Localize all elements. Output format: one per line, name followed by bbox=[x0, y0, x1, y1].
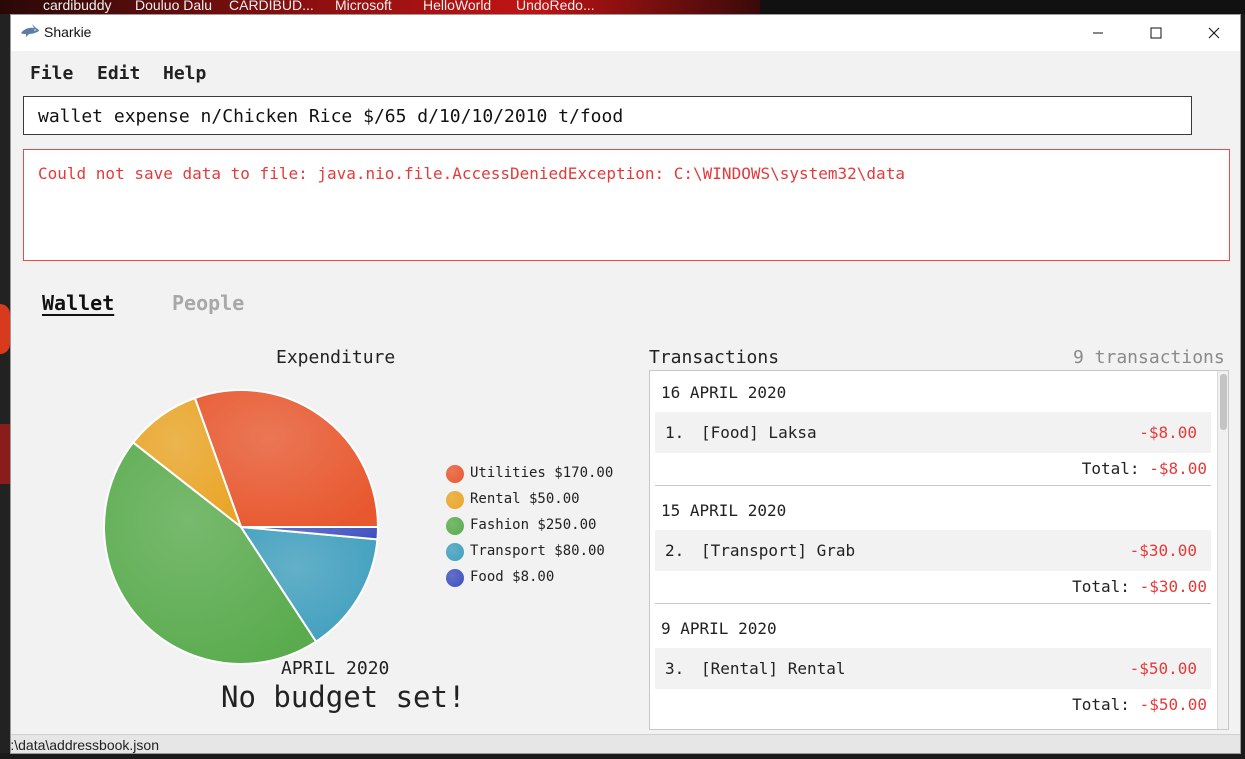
desktop-app-icon bbox=[0, 424, 10, 484]
scrollbar-thumb[interactable] bbox=[1220, 374, 1227, 430]
transaction-row[interactable]: 1. [Food] Laksa -$8.00 bbox=[655, 412, 1211, 453]
legend-swatch bbox=[446, 569, 464, 587]
minimize-button[interactable] bbox=[1069, 15, 1127, 51]
transaction-amount: -$30.00 bbox=[1129, 541, 1197, 560]
group-total: Total: -$50.00 bbox=[1072, 695, 1207, 714]
menu-bar: File Edit Help bbox=[11, 51, 1240, 91]
error-message: Could not save data to file: java.nio.fi… bbox=[38, 164, 905, 183]
transaction-index: 1. bbox=[665, 423, 685, 442]
transaction-group: 16 APRIL 2020 1. [Food] Laksa -$8.00 Tot… bbox=[650, 371, 1216, 489]
group-date: 9 APRIL 2020 bbox=[661, 619, 777, 638]
command-input[interactable]: wallet expense n/Chicken Rice $/65 d/10/… bbox=[23, 96, 1192, 135]
menu-file[interactable]: File bbox=[30, 63, 73, 84]
menu-edit[interactable]: Edit bbox=[97, 63, 140, 84]
maximize-button[interactable] bbox=[1127, 15, 1185, 51]
data-file-path: S:\data\addressbook.json bbox=[10, 737, 159, 753]
window-title: Sharkie bbox=[44, 24, 92, 40]
total-amount: -$8.00 bbox=[1149, 459, 1207, 478]
tab-people[interactable]: People bbox=[172, 291, 244, 315]
total-label: Total: bbox=[1072, 577, 1130, 596]
transaction-amount: -$8.00 bbox=[1139, 423, 1197, 442]
desktop-app-icon bbox=[0, 304, 10, 354]
maximize-icon bbox=[1150, 27, 1162, 39]
status-bar: S:\data\addressbook.json bbox=[10, 734, 1240, 753]
desktop-background-dark bbox=[760, 0, 1245, 14]
transaction-index: 2. bbox=[665, 541, 685, 560]
group-divider bbox=[655, 603, 1211, 604]
total-label: Total: bbox=[1081, 459, 1140, 478]
app-window: Sharkie File Edit Help wallet expense n/… bbox=[10, 14, 1241, 754]
legend-swatch bbox=[446, 543, 464, 561]
taskbar-item[interactable]: UndoRedo... bbox=[516, 0, 595, 13]
result-display: Could not save data to file: java.nio.fi… bbox=[23, 149, 1230, 261]
taskbar-item[interactable]: HelloWorld bbox=[423, 0, 491, 13]
legend-swatch bbox=[446, 517, 464, 535]
transaction-description: [Transport] Grab bbox=[701, 541, 856, 560]
total-amount: -$50.00 bbox=[1139, 695, 1207, 714]
transaction-index: 3. bbox=[665, 659, 685, 678]
transactions-list[interactable]: 16 APRIL 2020 1. [Food] Laksa -$8.00 Tot… bbox=[649, 370, 1229, 730]
legend-label: Utilities $170.00 bbox=[470, 465, 614, 481]
transaction-group: 9 APRIL 2020 3. [Rental] Rental -$50.00 … bbox=[650, 607, 1216, 725]
taskbar-item[interactable]: Microsoft bbox=[335, 0, 392, 13]
month-label: APRIL 2020 bbox=[281, 658, 390, 679]
transaction-group: 15 APRIL 2020 2. [Transport] Grab -$30.0… bbox=[650, 489, 1216, 607]
transaction-description: [Food] Laksa bbox=[701, 423, 817, 442]
group-total: Total: -$30.00 bbox=[1072, 577, 1207, 596]
taskbar-item[interactable]: cardibuddy bbox=[43, 0, 112, 13]
group-total: Total: -$8.00 bbox=[1082, 459, 1207, 478]
transactions-title: Transactions bbox=[649, 347, 780, 368]
scrollbar[interactable] bbox=[1217, 371, 1228, 729]
transaction-description: [Rental] Rental bbox=[701, 659, 846, 678]
menu-help[interactable]: Help bbox=[163, 63, 206, 84]
legend-swatch bbox=[446, 491, 464, 509]
group-date: 15 APRIL 2020 bbox=[661, 501, 787, 520]
title-bar[interactable]: Sharkie bbox=[11, 15, 1240, 51]
close-button[interactable] bbox=[1185, 15, 1240, 51]
desktop-taskbar-strip: cardibuddy Douluo Dalu CARDIBUD... Micro… bbox=[0, 0, 1245, 14]
transaction-amount: -$50.00 bbox=[1129, 659, 1197, 678]
tab-wallet[interactable]: Wallet bbox=[42, 291, 114, 315]
group-date: 16 APRIL 2020 bbox=[661, 383, 787, 402]
expenditure-pie-chart bbox=[103, 389, 380, 665]
transaction-row[interactable]: 2. [Transport] Grab -$30.00 bbox=[655, 530, 1211, 571]
desktop-right-edge bbox=[1241, 14, 1245, 759]
taskbar-item[interactable]: CARDIBUD... bbox=[229, 0, 314, 13]
total-label: Total: bbox=[1072, 695, 1130, 714]
shark-icon bbox=[21, 24, 39, 37]
legend-swatch bbox=[446, 465, 464, 483]
close-icon bbox=[1208, 27, 1220, 39]
budget-status: No budget set! bbox=[221, 680, 466, 714]
total-amount: -$30.00 bbox=[1139, 577, 1207, 596]
taskbar-item[interactable]: Douluo Dalu bbox=[135, 0, 212, 13]
transactions-count: 9 transactions bbox=[1073, 347, 1225, 368]
group-divider bbox=[655, 485, 1211, 486]
legend-label: Fashion $250.00 bbox=[470, 517, 597, 533]
legend-label: Rental $50.00 bbox=[470, 491, 580, 507]
legend-label: Food $8.00 bbox=[470, 569, 555, 585]
legend-label: Transport $80.00 bbox=[470, 543, 605, 559]
chart-title: Expenditure bbox=[276, 347, 396, 368]
transaction-row[interactable]: 3. [Rental] Rental -$50.00 bbox=[655, 648, 1211, 689]
minimize-icon bbox=[1093, 32, 1103, 34]
desktop-left-edge bbox=[0, 14, 10, 759]
